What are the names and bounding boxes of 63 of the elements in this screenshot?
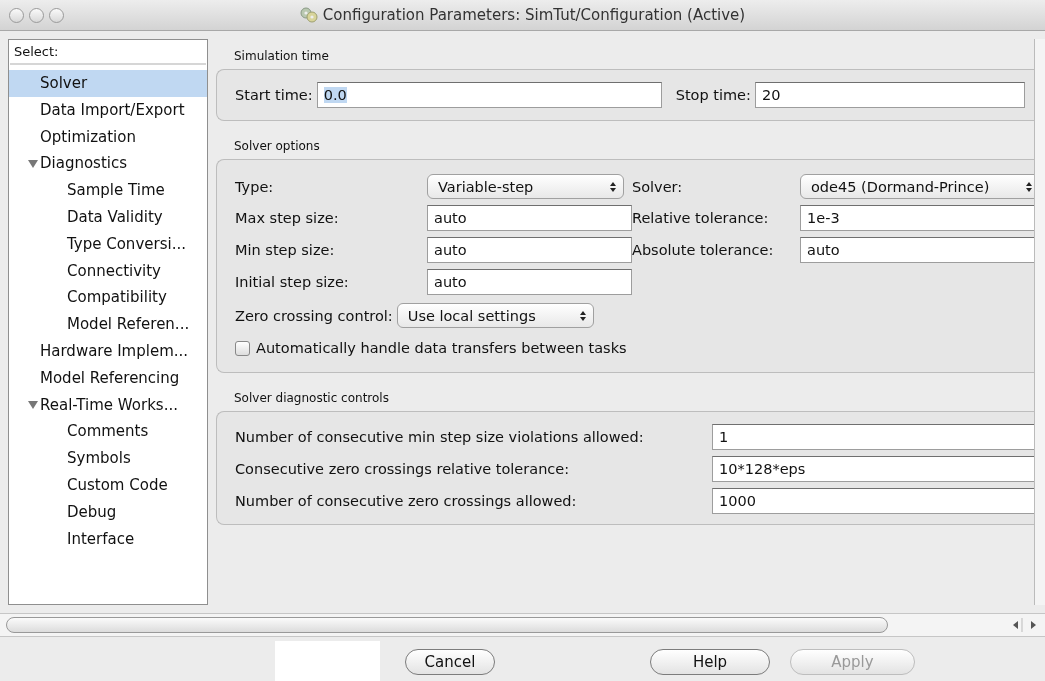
tree-item[interactable]: Model Referencing (9, 364, 207, 392)
text-field[interactable]: auto (427, 269, 632, 295)
text-field[interactable]: auto (800, 237, 1034, 263)
tree-item-label: Diagnostics (40, 153, 128, 175)
field-label: Min step size: (235, 242, 336, 258)
field-label: Initial step size: (235, 274, 350, 290)
dropdown[interactable]: Use local settings (396, 303, 594, 328)
expanded-triangle-icon[interactable] (27, 158, 39, 169)
window-title: Configuration Parameters: SimTut/Configuration (Active) (322, 6, 746, 24)
window-control-button[interactable] (29, 7, 44, 23)
vertical-scrollbar[interactable] (1034, 39, 1045, 605)
tree-item[interactable]: Data Validity (9, 204, 207, 231)
field-label: Solver: (632, 178, 684, 195)
field-label: Number of consecutive min step size violations allowed: (235, 429, 645, 445)
checkbox-label: Automatically handle data transfers between tasks (256, 340, 627, 356)
text-field[interactable]: 0.0 (316, 82, 662, 108)
window-control-button[interactable] (49, 7, 64, 23)
dialog-button[interactable]: Help (650, 649, 770, 675)
checkbox[interactable] (235, 340, 250, 356)
tree-item[interactable]: Hardware Implem... (9, 337, 207, 365)
expanded-triangle-icon[interactable] (27, 399, 39, 410)
text-field[interactable]: auto (427, 237, 632, 263)
tree-item[interactable]: Data Import/Export (9, 96, 207, 124)
window-control-button[interactable] (9, 7, 24, 23)
field-label: Absolute tolerance: (632, 242, 775, 258)
field-label: Number of consecutive zero crossings allowed: (235, 493, 578, 509)
text-field[interactable]: 1 (712, 424, 1034, 450)
gears-icon (299, 7, 318, 23)
horizontal-scrollbar[interactable] (0, 613, 1045, 637)
tree-item[interactable]: Model Referen... (9, 311, 207, 338)
section-title: Solver diagnostic controls (233, 390, 390, 405)
text-field[interactable]: 10*128*eps (712, 456, 1034, 482)
dialog-button[interactable]: Cancel (405, 649, 495, 675)
field-label: Start time: (235, 87, 313, 103)
tree-item[interactable]: Real-Time Works... (9, 391, 207, 419)
tree-item[interactable]: Interface (9, 525, 207, 553)
tree-item[interactable]: Comments (9, 418, 207, 446)
text-field[interactable]: auto (427, 205, 632, 231)
field-label: Consecutive zero crossings relative tolerance: (235, 461, 571, 477)
tree-item[interactable]: Custom Code (9, 471, 207, 499)
text-field[interactable]: 20 (754, 82, 1025, 108)
field-label: Stop time: (675, 87, 751, 103)
tree-item[interactable]: Symbols (9, 445, 207, 472)
section-title: Simulation time (233, 48, 330, 63)
tree-item[interactable]: Debug (9, 498, 207, 526)
tree-item[interactable]: Connectivity (9, 257, 207, 285)
tree-item[interactable]: Diagnostics (9, 150, 207, 178)
scrollbar-thumb[interactable] (6, 617, 888, 633)
field-label: Zero crossing control: (235, 307, 393, 324)
text-field[interactable]: 1000 (712, 488, 1034, 514)
tree-item[interactable]: Sample Time (9, 177, 207, 204)
field-label: Relative tolerance: (632, 210, 770, 226)
field-label: Type: (235, 178, 275, 195)
section-title: Solver options (233, 138, 321, 153)
tree-item[interactable]: Optimization (9, 123, 207, 151)
tree-item[interactable]: Compatibility (9, 284, 207, 312)
tree-item-label: Real-Time Works... (40, 394, 178, 416)
field-label: Max step size: (235, 210, 340, 226)
dropdown[interactable]: Variable-step (427, 174, 624, 199)
text-field[interactable]: 1e-3 (800, 205, 1034, 231)
dropdown[interactable]: ode45 (Dormand-Prince) (800, 174, 1034, 199)
tree-item[interactable]: Type Conversi... (9, 230, 207, 258)
tree-item[interactable]: Solver (9, 70, 207, 97)
